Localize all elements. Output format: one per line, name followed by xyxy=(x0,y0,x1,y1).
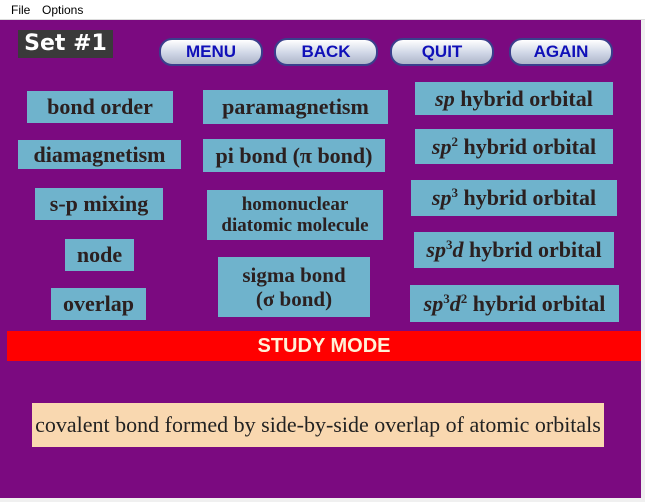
menu-button[interactable]: MENU xyxy=(159,38,263,66)
term-sigma-bond[interactable]: sigma bond (σ bond) xyxy=(218,257,370,317)
window-frame-right xyxy=(641,20,645,502)
sp3d-rest: hybrid orbital xyxy=(463,237,602,262)
menu-file[interactable]: File xyxy=(11,3,30,17)
term-sp-hybrid-orbital[interactable]: sp hybrid orbital xyxy=(415,82,613,115)
sp3-rest: hybrid orbital xyxy=(457,185,597,210)
menu-options[interactable]: Options xyxy=(42,3,83,17)
term-sp3d2-hybrid-orbital[interactable]: sp3d2 hybrid orbital xyxy=(410,285,619,322)
sp2-rest: hybrid orbital xyxy=(457,133,597,159)
term-sp3-hybrid-orbital[interactable]: sp3 hybrid orbital xyxy=(411,180,617,216)
sp3d2-rest: hybrid orbital xyxy=(467,290,606,316)
term-sigma-line1: sigma bond xyxy=(242,263,346,287)
term-s-p-mixing[interactable]: s-p mixing xyxy=(35,188,163,220)
set-label: Set #1 xyxy=(18,30,113,58)
term-sigma-line2: (σ bond) xyxy=(255,287,333,311)
quit-button[interactable]: QUIT xyxy=(390,38,494,66)
definition-box: covalent bond formed by side-by-side ove… xyxy=(32,403,604,447)
sp-base: sp xyxy=(435,85,455,111)
sp2-base: sp xyxy=(431,133,452,159)
sp3d2-d: d xyxy=(449,290,461,316)
term-node[interactable]: node xyxy=(65,239,134,271)
term-diamagnetism[interactable]: diamagnetism xyxy=(18,140,181,169)
window-frame-bottom xyxy=(0,498,645,502)
term-pi-bond[interactable]: pi bond (π bond) xyxy=(203,139,385,172)
sp3d2-base: sp xyxy=(423,290,444,316)
again-button[interactable]: AGAIN xyxy=(509,38,613,66)
term-sp2-hybrid-orbital[interactable]: sp2 hybrid orbital xyxy=(415,129,613,164)
study-mode-banner: STUDY MODE xyxy=(7,331,641,361)
term-homonuclear-line2: diatomic molecule xyxy=(221,215,369,236)
term-paramagnetism[interactable]: paramagnetism xyxy=(203,90,388,124)
term-homonuclear-line1: homonuclear xyxy=(241,194,349,215)
flashcard-stage: Set #1 MENU BACK QUIT AGAIN bond order d… xyxy=(0,20,645,502)
sp3d-base: sp xyxy=(426,237,446,262)
term-homonuclear-diatomic-molecule[interactable]: homonuclear diatomic molecule xyxy=(207,190,383,240)
back-button[interactable]: BACK xyxy=(274,38,378,66)
sp3-base: sp xyxy=(431,185,452,210)
term-sp3d-hybrid-orbital[interactable]: sp3d hybrid orbital xyxy=(414,232,614,268)
sp3d-d: d xyxy=(452,237,464,262)
sp-rest: hybrid orbital xyxy=(454,85,593,111)
term-bond-order[interactable]: bond order xyxy=(27,91,173,123)
menu-bar: File Options xyxy=(0,0,645,20)
term-overlap[interactable]: overlap xyxy=(51,288,146,320)
